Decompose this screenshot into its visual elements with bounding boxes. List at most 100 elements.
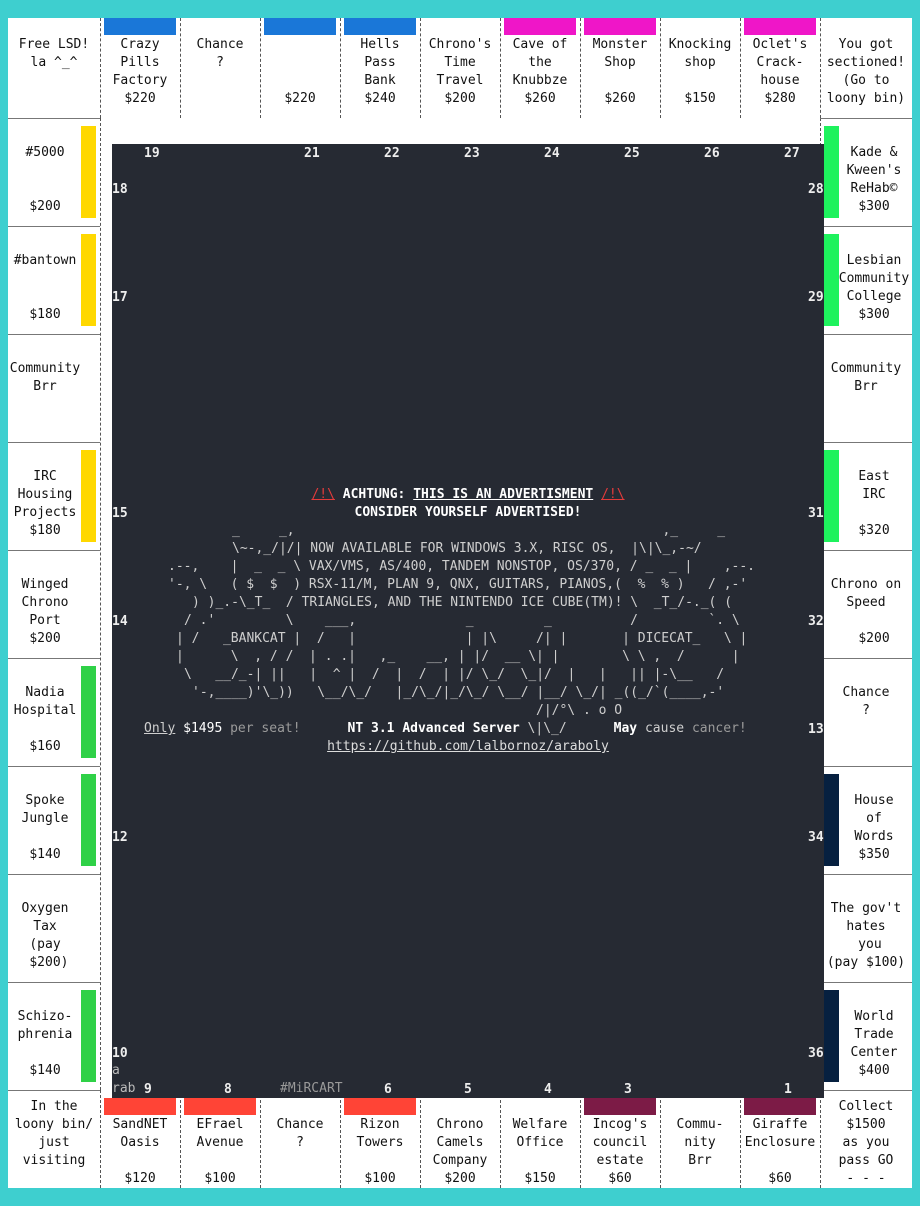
board-space-top[interactable]: Knocking shop $150 (660, 18, 740, 118)
grid-divider (820, 1090, 912, 1091)
board-space-bottom[interactable]: Commu- nity Brr (660, 1090, 740, 1188)
color-stripe (81, 666, 96, 758)
space-price: $320 (858, 523, 890, 538)
space-name: Cave of the Knubbze (512, 37, 568, 88)
board-space-top[interactable]: Cave of the Knubbze $260 (500, 18, 580, 118)
board-center: 19 21 22 23 24 25 26 27 18 17 15 14 12 10 28 29 31 32 13 34… (112, 144, 824, 1098)
board-space-right[interactable]: Community Brr (820, 334, 912, 442)
board-space-bottom[interactable]: EFrael Avenue $100 (180, 1090, 260, 1188)
space-number: 17 (112, 290, 128, 305)
space-price: $300 (858, 199, 890, 214)
board-space-top[interactable]: $220 (260, 18, 340, 118)
grid-divider (340, 18, 341, 118)
board-space-right[interactable]: Kade & Kween's ReHab© $300 (820, 118, 912, 226)
board-space-bottom[interactable]: Collect $1500 as you pass GO - - - (820, 1090, 912, 1188)
space-number: 32 (808, 614, 824, 629)
board-space-top[interactable]: Crazy Pills Factory $220 (100, 18, 180, 118)
grid-divider (8, 766, 100, 767)
grid-divider (260, 1090, 261, 1188)
space-number: 26 (704, 146, 720, 161)
board-space-bottom[interactable]: Giraffe Enclosure $60 (740, 1090, 820, 1188)
space-price: $220 (124, 91, 156, 106)
color-stripe (344, 1098, 416, 1115)
space-price: $140 (29, 1063, 61, 1078)
space-name: Chrono's Time Travel (428, 37, 492, 88)
board-space-top[interactable]: Hells Pass Bank $240 (340, 18, 420, 118)
board-space-top[interactable]: Chance ? (180, 18, 260, 118)
grid-divider (500, 1090, 501, 1188)
space-name: Oclet's Crack- house (752, 37, 808, 88)
board-space-left[interactable]: #bantown $180 (8, 226, 100, 334)
space-price: $220 (284, 91, 316, 106)
board-space-left[interactable]: Winged Chrono Port $200 (8, 550, 100, 658)
space-number: 36 (808, 1046, 824, 1061)
space-price: $140 (29, 847, 61, 862)
grid-divider (8, 550, 100, 551)
space-name: Knocking shop (668, 37, 732, 70)
grid-divider (820, 550, 912, 551)
board-space-top[interactable]: Free LSD! la ^_^ (8, 18, 100, 118)
project-link[interactable]: https://github.com/lalbornoz/araboly (327, 739, 609, 754)
grid-divider (820, 766, 912, 767)
grid-divider (100, 1090, 101, 1188)
grid-divider (740, 18, 741, 118)
board-space-left[interactable]: Oxygen Tax (pay $200) (8, 874, 100, 982)
space-price: $200 (444, 1171, 476, 1186)
space-name: East IRC (858, 469, 890, 502)
grid-divider (660, 18, 661, 118)
grid-divider (820, 874, 912, 875)
board-space-bottom[interactable]: Welfare Office $150 (500, 1090, 580, 1188)
board-space-bottom[interactable]: In the loony bin/ just visiting (8, 1090, 100, 1188)
grid-divider (820, 1090, 821, 1188)
board-space-left[interactable]: Schizo- phrenia $140 (8, 982, 100, 1090)
board-space-bottom[interactable]: Chrono Camels Company $200 (420, 1090, 500, 1188)
ascii-art-line: / .' \ ___, _ _ / `. \ (184, 613, 740, 628)
board-space-top[interactable]: Oclet's Crack- house $280 (740, 18, 820, 118)
color-stripe (504, 18, 576, 35)
board-space-bottom[interactable]: Incog's council estate $60 (580, 1090, 660, 1188)
promo-face: \|\_/ (527, 721, 567, 736)
space-number: 34 (808, 830, 824, 845)
board-space-right[interactable]: World Trade Center $400 (820, 982, 912, 1090)
grid-divider (260, 18, 261, 118)
grid-divider (8, 874, 100, 875)
space-number: 21 (304, 146, 320, 161)
ascii-art-line: \~-,_/|/| NOW AVAILABLE FOR WINDOWS 3.X,… (232, 541, 702, 556)
space-number: 22 (384, 146, 400, 161)
board-space-right[interactable]: Chrono on Speed $200 (820, 550, 912, 658)
board-space-left[interactable]: Nadia Hospital $160 (8, 658, 100, 766)
board-space-right[interactable]: East IRC $320 (820, 442, 912, 550)
space-number: 13 (808, 722, 824, 737)
space-price: $200 (29, 199, 61, 214)
board-space-right[interactable]: House of Words $350 (820, 766, 912, 874)
grid-divider (420, 18, 421, 118)
space-price: $160 (29, 739, 61, 754)
board-space-left[interactable]: IRC Housing Projects $180 (8, 442, 100, 550)
board-space-bottom[interactable]: Rizon Towers $100 (340, 1090, 420, 1188)
space-price: $100 (204, 1171, 236, 1186)
color-stripe (584, 18, 656, 35)
color-stripe (584, 1098, 656, 1115)
board-space-right[interactable]: Chance ? (820, 658, 912, 766)
board-space-bottom[interactable]: Chance ? (260, 1090, 340, 1188)
promo-cancer: cancer! (691, 721, 747, 736)
space-price: $260 (604, 91, 636, 106)
space-name: Spoke Jungle (21, 793, 69, 826)
board-space-top[interactable]: You got sectioned! (Go to loony bin) (820, 18, 912, 118)
grid-divider (820, 334, 912, 335)
board-space-bottom[interactable]: SandNET Oasis $120 (100, 1090, 180, 1188)
warning-sign-icon: /!\ (601, 487, 625, 502)
board-space-left[interactable]: Community Brr (8, 334, 100, 442)
space-number: 24 (544, 146, 560, 161)
board-space-left[interactable]: Spoke Jungle $140 (8, 766, 100, 874)
board-space-top[interactable]: Chrono's Time Travel $200 (420, 18, 500, 118)
board-space-right[interactable]: Lesbian Community College $300 (820, 226, 912, 334)
color-stripe (104, 18, 176, 35)
space-name: House of Words (854, 793, 894, 844)
board-space-left[interactable]: #5000 $200 (8, 118, 100, 226)
ascii-art-line: '-, \ ( $ $ ) RSX-11/M, PLAN 9, QNX, GUI… (168, 577, 748, 592)
space-price: $60 (768, 1171, 792, 1186)
board-space-right[interactable]: The gov't hates you (pay $100) (820, 874, 912, 982)
space-number: 25 (624, 146, 640, 161)
board-space-top[interactable]: Monster Shop $260 (580, 18, 660, 118)
